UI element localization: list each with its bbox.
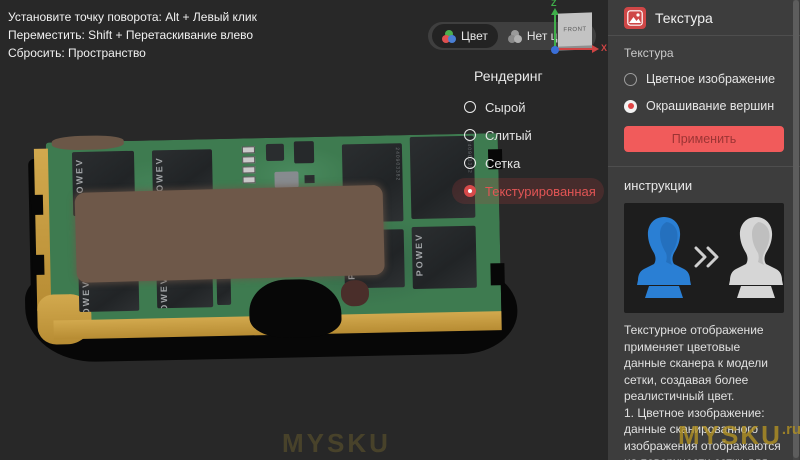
viewport-hints: Установите точку поворота: Alt + Левый к… xyxy=(8,8,257,62)
scanned-ram-model[interactable]: POWEV POWEV 240903382 POWEV 240903382 PO… xyxy=(24,127,519,369)
color-mode-color-button[interactable]: Цвет xyxy=(432,24,498,48)
orientation-gizmo[interactable]: FRONT Z X xyxy=(545,0,608,60)
radio-icon xyxy=(464,157,476,169)
option-color-image[interactable]: Цветное изображение xyxy=(624,72,784,86)
instructions-title: инструкции xyxy=(624,178,693,193)
board-edge-notch xyxy=(32,254,45,275)
texture-description: Текстурное отображение применяет цветовы… xyxy=(608,313,800,460)
no-color-icon xyxy=(507,29,522,43)
rendering-option-raw[interactable]: Сырой xyxy=(452,94,604,120)
scan-artifact-smudge xyxy=(340,279,370,307)
hint-line: Сбросить: Пространство xyxy=(8,46,146,60)
panel-scrollbar[interactable] xyxy=(793,0,799,460)
texture-panel: Текстура Текстура Цветное изображение Ок… xyxy=(608,0,800,460)
hint-line: Установите точку поворота: Alt + Левый к… xyxy=(8,10,257,24)
rendering-option-label: Слитый xyxy=(485,127,532,143)
radio-icon xyxy=(464,101,476,113)
texture-section: Текстура Цветное изображение Окрашивание… xyxy=(608,36,800,152)
z-axis-arrow xyxy=(551,8,559,50)
panel-header: Текстура xyxy=(608,0,800,35)
apply-button[interactable]: Применить xyxy=(624,126,784,152)
smd-chip xyxy=(293,141,315,164)
blue-bust xyxy=(637,217,691,298)
hint-line: Переместить: Shift + Перетаскивание влев… xyxy=(8,28,254,42)
memory-chip: POWEV xyxy=(411,225,477,289)
option-vertex-coloring[interactable]: Окрашивание вершин xyxy=(624,99,784,113)
color-mode-color-label: Цвет xyxy=(461,29,488,43)
option-label: Цветное изображение xyxy=(646,72,776,86)
transform-arrows-icon xyxy=(694,246,719,268)
smd-chip xyxy=(304,175,315,184)
smd-chip xyxy=(265,143,285,162)
scrollbar-thumb[interactable] xyxy=(793,0,799,458)
rgb-color-icon xyxy=(442,29,456,43)
rendering-option-mesh[interactable]: Сетка xyxy=(452,150,604,176)
option-label: Окрашивание вершин xyxy=(646,99,775,113)
rendering-option-label: Текстурированная xyxy=(485,183,596,199)
radio-selected-icon xyxy=(624,99,637,113)
panel-title: Текстура xyxy=(655,10,713,26)
rendering-option-fused[interactable]: Слитый xyxy=(452,122,604,148)
gizmo-cube-front-face[interactable]: FRONT xyxy=(558,12,592,47)
z-axis-label: Z xyxy=(551,0,557,8)
y-axis-origin-dot xyxy=(551,46,559,54)
rendering-menu-title: Рендеринг xyxy=(474,68,543,84)
radio-selected-icon xyxy=(464,185,476,197)
description-paragraph: 1. Цветное изображение: данные сканирова… xyxy=(624,405,781,460)
rendering-option-label: Сетка xyxy=(485,155,521,171)
blurred-label-region xyxy=(74,184,385,283)
board-edge-notch xyxy=(30,194,44,215)
x-axis-arrow xyxy=(555,45,599,53)
connector-notch-hole xyxy=(248,278,342,339)
white-bust xyxy=(729,217,783,298)
smd-chip xyxy=(274,171,299,188)
rendering-option-label: Сырой xyxy=(485,99,526,115)
radio-icon xyxy=(464,129,476,141)
board-edge-notch xyxy=(490,263,505,286)
rendering-menu: Рендеринг Сырой Слитый Сетка Текстуриров… xyxy=(452,64,604,206)
rendering-option-textured[interactable]: Текстурированная xyxy=(452,178,604,204)
radio-icon xyxy=(624,72,637,86)
description-paragraph: Текстурное отображение применяет цветовы… xyxy=(624,323,768,403)
texture-example-figure xyxy=(624,203,784,313)
texture-section-label: Текстура xyxy=(624,46,674,60)
x-axis-label: X xyxy=(601,43,608,53)
viewport-watermark: MYSKU xyxy=(282,428,391,458)
3d-viewport[interactable]: Установите точку поворота: Alt + Левый к… xyxy=(0,0,608,460)
texture-image-icon xyxy=(624,7,646,29)
